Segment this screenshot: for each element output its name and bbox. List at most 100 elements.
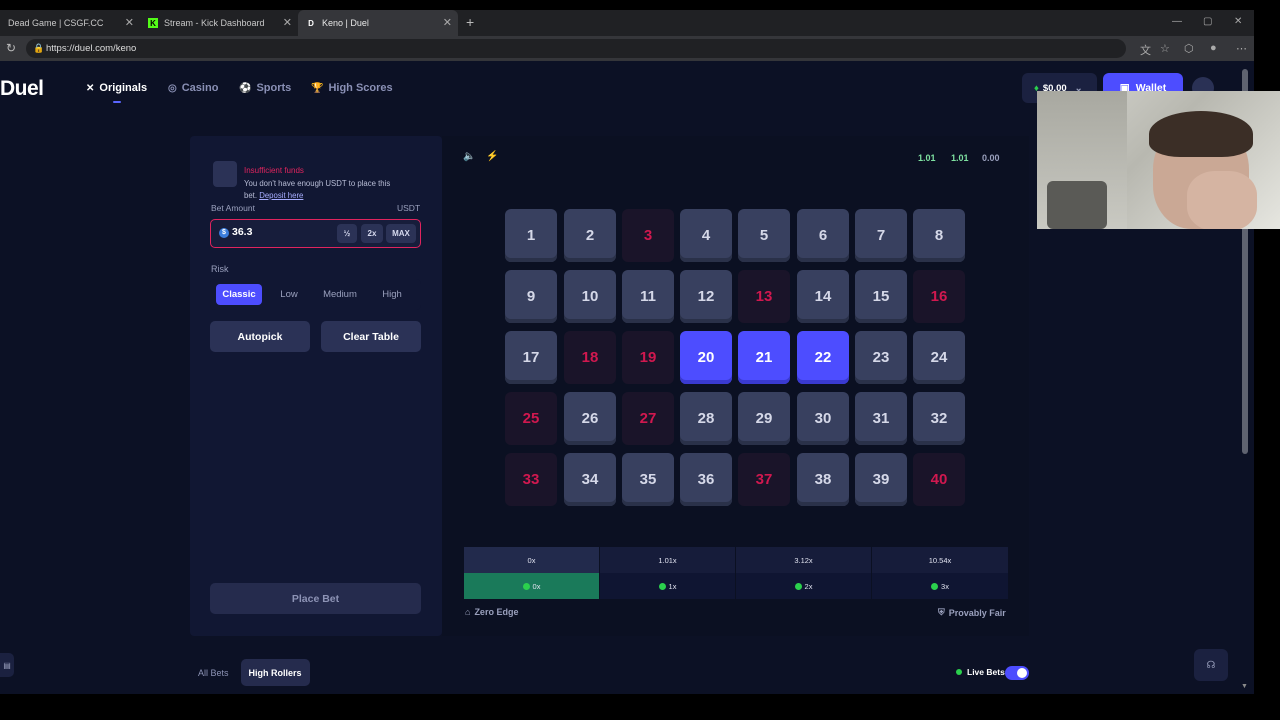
hit-label: 1x [668,581,677,591]
more-menu-icon[interactable]: ⋯ [1236,42,1247,55]
place-bet-button[interactable]: Place Bet [210,583,421,614]
keno-tile[interactable]: 27 [622,392,674,445]
keno-tile[interactable]: 26 [564,392,616,445]
close-icon[interactable]: ✕ [283,16,292,29]
autopick-button[interactable]: Autopick [210,321,310,352]
keno-tile[interactable]: 4 [680,209,732,262]
keno-tile[interactable]: 21 [738,331,790,384]
bets-tabs: All Bets High Rollers [190,659,310,686]
webcam-hand [1187,171,1257,229]
keno-tile[interactable]: 6 [797,209,849,262]
window-close-icon[interactable]: ✕ [1234,16,1242,27]
scroll-down-icon[interactable]: ▼ [1241,683,1248,690]
keno-tile[interactable]: 20 [680,331,732,384]
keno-tile[interactable]: 3 [622,209,674,262]
keno-tile[interactable]: 22 [797,331,849,384]
keno-tile[interactable]: 1 [505,209,557,262]
keno-tile[interactable]: 40 [913,453,965,506]
keno-tile[interactable]: 15 [855,270,907,323]
keno-tile[interactable]: 10 [564,270,616,323]
double-bet-button[interactable]: 2x [361,224,383,243]
keno-tile[interactable]: 8 [913,209,965,262]
provably-fair-link[interactable]: ⛨ Provably Fair [938,607,1006,618]
maximize-icon[interactable]: ▢ [1203,16,1212,27]
minimize-icon[interactable]: — [1172,16,1182,27]
hit-count: 0x [464,573,599,599]
keno-tile[interactable]: 16 [913,270,965,323]
keno-tile[interactable]: 39 [855,453,907,506]
chat-icon[interactable]: ▤ [0,653,14,677]
keno-tile[interactable]: 29 [738,392,790,445]
close-icon[interactable]: ✕ [125,16,134,29]
risk-high[interactable]: High [372,284,412,305]
deposit-link[interactable]: Deposit here [259,191,303,200]
lightning-icon[interactable]: ⚡ [486,151,498,162]
keno-tile[interactable]: 5 [738,209,790,262]
keno-tile[interactable]: 2 [564,209,616,262]
risk-medium[interactable]: Medium [316,284,364,305]
keno-tile[interactable]: 34 [564,453,616,506]
max-bet-button[interactable]: MAX [386,224,416,243]
risk-low[interactable]: Low [270,284,308,305]
keno-tile[interactable]: 38 [797,453,849,506]
keno-tile[interactable]: 9 [505,270,557,323]
keno-tile[interactable]: 24 [913,331,965,384]
gem-icon [931,582,939,590]
tab-all-bets[interactable]: All Bets [190,659,237,686]
url-text: https://duel.com/keno [46,43,137,54]
nav-originals[interactable]: ✕ Originals [86,82,147,94]
keno-tile[interactable]: 35 [622,453,674,506]
half-bet-button[interactable]: ½ [337,224,357,243]
browser-tab[interactable]: K Stream - Kick Dashboard ✕ [140,10,298,36]
browser-tab-active[interactable]: D Keno | Duel ✕ [298,10,458,36]
keno-tile[interactable]: 33 [505,453,557,506]
nav-label: High Scores [328,82,393,94]
nav-casino[interactable]: ◎ Casino [168,82,218,94]
keno-tile[interactable]: 13 [738,270,790,323]
keno-tile[interactable]: 36 [680,453,732,506]
reload-icon[interactable]: ↻ [6,41,16,55]
nav-label: Casino [181,82,219,94]
support-headset-icon[interactable]: ☊ [1194,649,1228,681]
toggle-knob [1017,668,1027,678]
profile-icon[interactable]: ● [1210,42,1217,54]
keno-tile[interactable]: 12 [680,270,732,323]
keno-tile[interactable]: 30 [797,392,849,445]
keno-tile[interactable]: 25 [505,392,557,445]
stat-value: 1.01 [918,153,936,163]
keno-tile[interactable]: 11 [622,270,674,323]
keno-tile[interactable]: 18 [564,331,616,384]
live-dot-icon [956,669,962,675]
bet-amount-value[interactable]: 36.3 [232,226,252,238]
sound-icon[interactable]: 🔈 [463,151,475,162]
clear-table-button[interactable]: Clear Table [321,321,421,352]
zero-edge-link[interactable]: ⌂ Zero Edge [465,607,518,617]
new-tab-button[interactable]: + [466,14,474,30]
live-bets-label: Live Bets [967,667,1005,677]
keno-tile[interactable]: 28 [680,392,732,445]
url-input[interactable]: 🔒 https://duel.com/keno [26,39,1126,58]
keno-tile[interactable]: 37 [738,453,790,506]
duel-logo[interactable]: Duel [0,77,44,101]
translate-icon[interactable]: 文 [1140,42,1151,58]
keno-tile[interactable]: 23 [855,331,907,384]
favorite-star-icon[interactable]: ☆ [1160,42,1170,55]
browser-tab[interactable]: Dead Game | CSGF.CC ✕ [0,10,140,36]
tab-high-rollers[interactable]: High Rollers [240,659,310,686]
keno-tile[interactable]: 32 [913,392,965,445]
nav-high-scores[interactable]: 🏆 High Scores [311,82,393,94]
bet-amount-input[interactable]: $ 36.3 ½ 2x MAX [210,219,421,248]
live-bets-toggle[interactable] [1005,666,1029,680]
extensions-icon[interactable]: ⬡ [1184,42,1194,55]
keno-tile[interactable]: 19 [622,331,674,384]
payout-multiplier: 10.54x [872,547,1008,573]
close-icon[interactable]: ✕ [443,16,452,29]
keno-tile[interactable]: 17 [505,331,557,384]
keno-tile[interactable]: 14 [797,270,849,323]
keno-tile[interactable]: 31 [855,392,907,445]
nav-sports[interactable]: ⚽ Sports [239,82,291,94]
duel-favicon-icon: D [308,18,314,28]
risk-classic[interactable]: Classic [216,284,262,305]
keno-tile[interactable]: 7 [855,209,907,262]
crossed-swords-icon: ✕ [86,82,95,94]
